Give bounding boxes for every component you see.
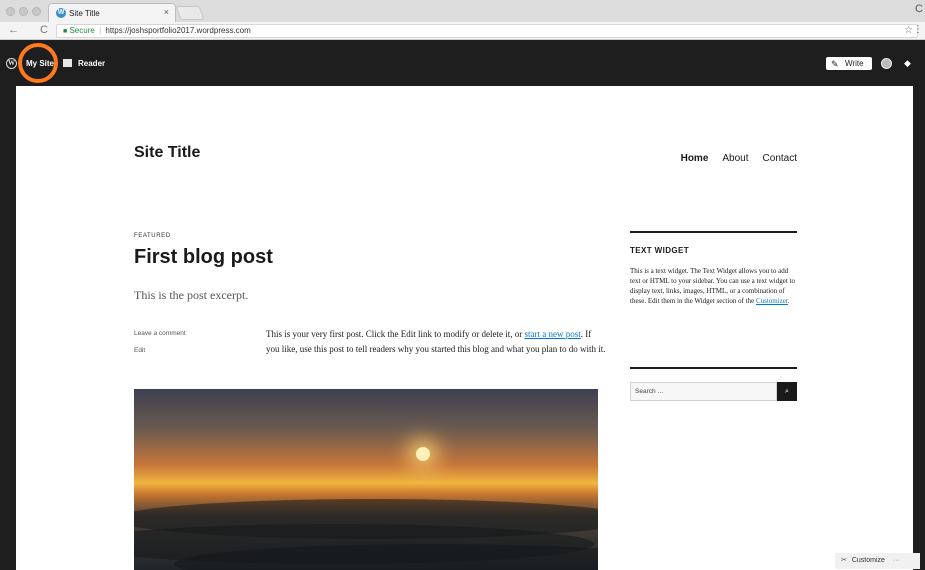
search-input[interactable]: Search … <box>630 382 777 401</box>
pencil-icon: ✎ <box>831 59 839 69</box>
tab-close-icon[interactable]: × <box>164 7 169 17</box>
customizer-link[interactable]: Customizer <box>756 297 788 305</box>
reader-icon <box>63 59 72 67</box>
chrome-profile-icon[interactable]: C <box>915 3 923 15</box>
browser-toolbar: ← C ■ Secure | https://joshsportfolio201… <box>0 22 925 40</box>
sun-glow <box>416 447 430 461</box>
wordpress-favicon-icon: W <box>56 8 66 18</box>
featured-label: FEATURED <box>134 233 171 239</box>
wordpress-logo-icon[interactable]: W <box>6 58 17 69</box>
post-body: This is your very first post. Click the … <box>266 327 606 357</box>
text-widget-period: . <box>787 297 790 305</box>
site-title[interactable]: Site Title <box>134 144 200 162</box>
main-navigation: Home About Contact <box>681 153 797 164</box>
url-divider: | <box>99 26 102 35</box>
browser-tab[interactable]: W Site Title × <box>48 3 176 22</box>
back-icon[interactable]: ← <box>8 24 19 36</box>
bookmark-star-icon[interactable]: ☆ <box>904 25 913 36</box>
edit-post-link[interactable]: Edit <box>134 347 145 354</box>
start-new-post-link[interactable]: start a new post <box>524 329 580 339</box>
customize-button[interactable]: ✂ Customize ··· <box>835 553 920 569</box>
write-label: Write <box>845 59 864 68</box>
post-title[interactable]: First blog post <box>134 246 273 269</box>
leave-comment-link[interactable]: Leave a comment <box>134 330 186 337</box>
text-widget-title: TEXT WIDGET <box>630 246 690 255</box>
secure-label: Secure <box>69 26 95 35</box>
close-window-button[interactable] <box>6 7 15 16</box>
browser-tabstrip: W Site Title × C <box>0 0 925 22</box>
lock-icon: ■ <box>63 28 68 35</box>
tab-title: Site Title <box>69 9 100 18</box>
url-bar[interactable]: ■ Secure | https://joshsportfolio2017.wo… <box>56 24 918 38</box>
reader-button[interactable]: Reader <box>78 59 105 68</box>
browser-menu-icon[interactable]: ⋮ <box>913 24 923 35</box>
widget-divider <box>630 367 797 369</box>
search-icon: ⌕ <box>785 388 789 395</box>
post-body-text-1: This is your very first post. Click the … <box>266 329 523 339</box>
minimize-window-button[interactable] <box>19 7 28 16</box>
write-button[interactable]: ✎ Write <box>826 57 872 70</box>
user-avatar[interactable] <box>881 58 892 69</box>
featured-image <box>134 389 598 570</box>
wp-admin-bar: W My Site Reader ✎ Write ◆ <box>0 55 925 72</box>
site-page: Site Title Home About Contact FEATURED F… <box>16 86 913 570</box>
tools-icon: ✂ <box>841 557 847 564</box>
refresh-icon[interactable]: C <box>40 24 48 36</box>
nav-item-home[interactable]: Home <box>681 153 709 164</box>
new-tab-button[interactable] <box>175 6 205 20</box>
nav-item-contact[interactable]: Contact <box>763 153 797 164</box>
notifications-icon[interactable]: ◆ <box>904 58 911 69</box>
more-options-icon[interactable]: ··· <box>893 557 900 564</box>
post-excerpt: This is the post excerpt. <box>134 288 249 302</box>
url-text: https://joshsportfolio2017.wordpress.com <box>105 26 251 35</box>
nav-item-about[interactable]: About <box>722 153 748 164</box>
maximize-window-button[interactable] <box>32 7 41 16</box>
customize-label: Customize <box>851 557 885 564</box>
search-button[interactable]: ⌕ <box>777 382 797 401</box>
widget-divider <box>630 231 797 233</box>
my-site-button[interactable]: My Site <box>26 59 54 68</box>
text-widget-body: This is a text widget. The Text Widget a… <box>630 266 800 306</box>
